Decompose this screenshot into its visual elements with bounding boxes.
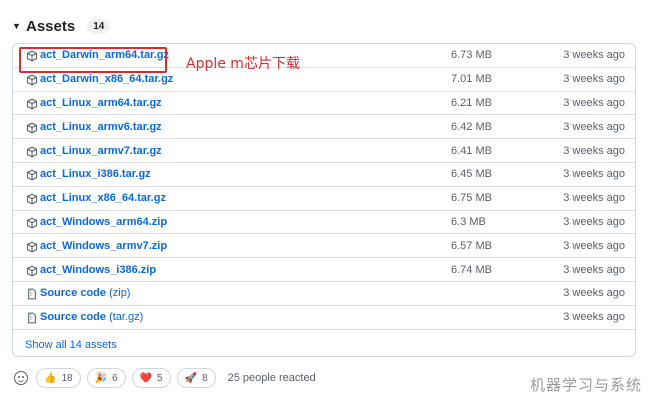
asset-time: 3 weeks ago: [563, 263, 625, 276]
asset-row: act_Linux_i386.tar.gz 6.45 MB 3 weeks ago: [13, 163, 635, 187]
asset-size: 6.75 MB: [451, 192, 492, 205]
reaction-count: 18: [61, 372, 73, 384]
asset-row: Source code (zip) 3 weeks ago: [13, 282, 635, 306]
package-icon: [26, 264, 38, 276]
asset-size: 6.21 MB: [451, 96, 492, 109]
asset-download-link[interactable]: act_Windows_i386.zip: [40, 264, 156, 276]
file-zip-icon: [26, 311, 38, 324]
asset-download-link[interactable]: act_Windows_armv7.zip: [40, 240, 167, 252]
watermark: 机器学习与系统: [529, 376, 642, 394]
triangle-down-icon[interactable]: ▼: [12, 21, 24, 31]
reaction-count: 6: [112, 372, 118, 384]
asset-row: act_Linux_arm64.tar.gz 6.21 MB 3 weeks ago: [13, 92, 635, 116]
asset-time: 3 weeks ago: [563, 168, 625, 181]
reaction-emoji-icon: 🎉: [94, 372, 108, 384]
annotation-text: Apple m芯片下载: [186, 56, 300, 72]
package-icon: [26, 192, 38, 205]
assets-count-badge: 14: [87, 18, 111, 34]
package-icon: [26, 97, 38, 110]
reactions-summary: 25 people reacted: [227, 372, 316, 384]
package-icon: [26, 216, 38, 229]
asset-time: 3 weeks ago: [563, 287, 625, 300]
package-icon: [26, 240, 38, 253]
assets-title: Assets: [26, 17, 76, 35]
smiley-icon[interactable]: [14, 371, 28, 385]
reaction-count: 8: [202, 372, 208, 384]
show-all-assets-link[interactable]: Show all 14 assets: [25, 339, 117, 351]
asset-download-link[interactable]: act_Windows_arm64.zip: [40, 216, 167, 228]
asset-time: 3 weeks ago: [563, 239, 625, 252]
asset-download-link[interactable]: act_Darwin_x86_64.tar.gz: [40, 73, 173, 85]
asset-time: 3 weeks ago: [563, 120, 625, 133]
asset-size: 6.45 MB: [451, 168, 492, 181]
asset-size: 6.74 MB: [451, 263, 492, 276]
reactions-bar: 👍 18 🎉 6 ❤️ 5 🚀 8 25 people reacted: [14, 368, 316, 388]
asset-size: 6.73 MB: [451, 49, 492, 62]
asset-row: act_Windows_arm64.zip 6.3 MB 3 weeks ago: [13, 211, 635, 235]
asset-time: 3 weeks ago: [563, 49, 625, 62]
asset-time: 3 weeks ago: [563, 215, 625, 228]
reaction-button[interactable]: 👍 18: [36, 368, 81, 388]
asset-time: 3 weeks ago: [563, 192, 625, 205]
asset-row: act_Windows_i386.zip 6.74 MB 3 weeks ago: [13, 258, 635, 282]
asset-row: act_Linux_armv7.tar.gz 6.41 MB 3 weeks ago: [13, 139, 635, 163]
asset-row: act_Linux_x86_64.tar.gz 6.75 MB 3 weeks ag…: [13, 187, 635, 211]
asset-size: 6.41 MB: [451, 144, 492, 157]
reaction-button[interactable]: ❤️ 5: [131, 368, 171, 388]
asset-download-link[interactable]: act_Linux_i386.tar.gz: [40, 168, 151, 180]
asset-download-link[interactable]: act_Linux_armv7.tar.gz: [40, 145, 162, 157]
reaction-button[interactable]: 🚀 8: [176, 368, 216, 388]
package-icon: [26, 145, 38, 157]
reaction-emoji-icon: 👍: [44, 372, 57, 384]
package-icon: [26, 73, 38, 86]
reaction-button[interactable]: 🎉 6: [86, 368, 126, 388]
assets-header[interactable]: ▼ Assets 14: [12, 14, 111, 38]
package-icon: [26, 168, 38, 181]
asset-row: Source code (tar.gz) 3 weeks ago: [13, 306, 635, 330]
file-zip-icon: [26, 287, 38, 300]
annotation-highlight-box: [19, 47, 167, 73]
asset-time: 3 weeks ago: [563, 73, 625, 86]
asset-size: 6.42 MB: [451, 120, 492, 133]
asset-row: act_Linux_armv6.tar.gz 6.42 MB 3 weeks ago: [13, 115, 635, 140]
asset-time: 3 weeks ago: [563, 144, 625, 157]
asset-download-link[interactable]: Source code (tar.gz): [40, 311, 143, 323]
asset-download-link[interactable]: act_Linux_arm64.tar.gz: [40, 97, 162, 109]
asset-download-link[interactable]: Source code (zip): [40, 287, 130, 299]
assets-list: act_Darwin_arm64.tar.gz 6.73 MB 3 weeks ag…: [12, 43, 636, 357]
asset-size: 6.57 MB: [451, 239, 492, 252]
reaction-emoji-icon: ❤️: [139, 372, 153, 384]
asset-download-link[interactable]: act_Linux_x86_64.tar.gz: [40, 192, 166, 204]
package-icon: [26, 121, 38, 134]
asset-size: 6.3 MB: [451, 215, 486, 228]
asset-row: act_Windows_armv7.zip 6.57 MB 3 weeks ago: [13, 234, 635, 259]
asset-time: 3 weeks ago: [563, 96, 625, 109]
asset-download-link[interactable]: act_Linux_armv6.tar.gz: [40, 121, 162, 133]
asset-time: 3 weeks ago: [563, 311, 625, 324]
reaction-emoji-icon: 🚀: [184, 372, 198, 384]
asset-size: 7.01 MB: [451, 73, 492, 86]
reaction-count: 5: [157, 372, 163, 384]
